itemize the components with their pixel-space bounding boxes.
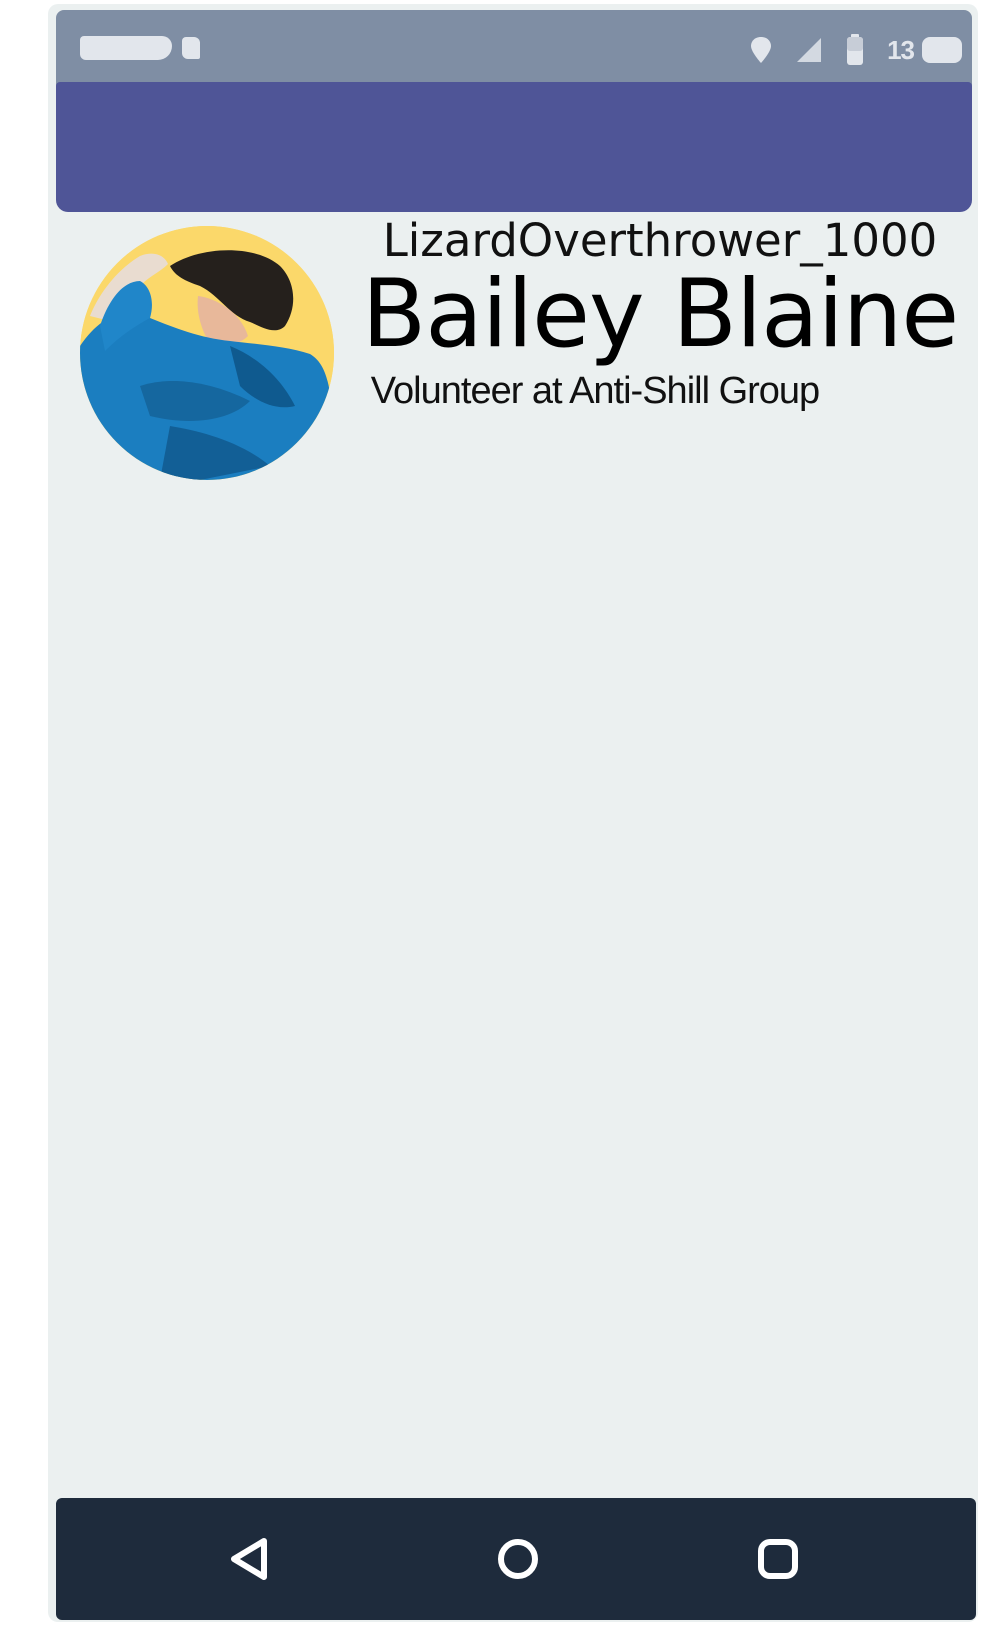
- battery-icon: [845, 34, 865, 66]
- status-time: 13: [887, 34, 915, 65]
- app-bar: [56, 82, 972, 212]
- signal-icon: [795, 36, 823, 64]
- full-name: Bailey Blaine: [361, 260, 959, 369]
- phone-screen: 13 LizardOverthrower_1000 Bailey Blaine …: [48, 4, 978, 1622]
- avatar-illustration: [80, 226, 334, 480]
- status-extra-icon: [922, 37, 962, 63]
- avatar[interactable]: [80, 226, 334, 480]
- navigation-bar: [56, 1498, 976, 1620]
- location-icon: [749, 35, 773, 65]
- tagline: Volunteer at Anti-Shill Group: [370, 370, 820, 412]
- recents-icon: [758, 1539, 798, 1579]
- notification-blob-icon: [80, 36, 172, 60]
- notification-small-icon: [182, 37, 200, 59]
- back-icon: [231, 1538, 267, 1580]
- recents-button[interactable]: [723, 1498, 833, 1620]
- status-system-icons: 13: [749, 34, 962, 66]
- status-notifications: [80, 36, 200, 60]
- home-button[interactable]: [463, 1498, 573, 1620]
- back-button[interactable]: [194, 1498, 304, 1620]
- home-icon: [498, 1539, 538, 1579]
- status-bar: 13: [56, 10, 972, 88]
